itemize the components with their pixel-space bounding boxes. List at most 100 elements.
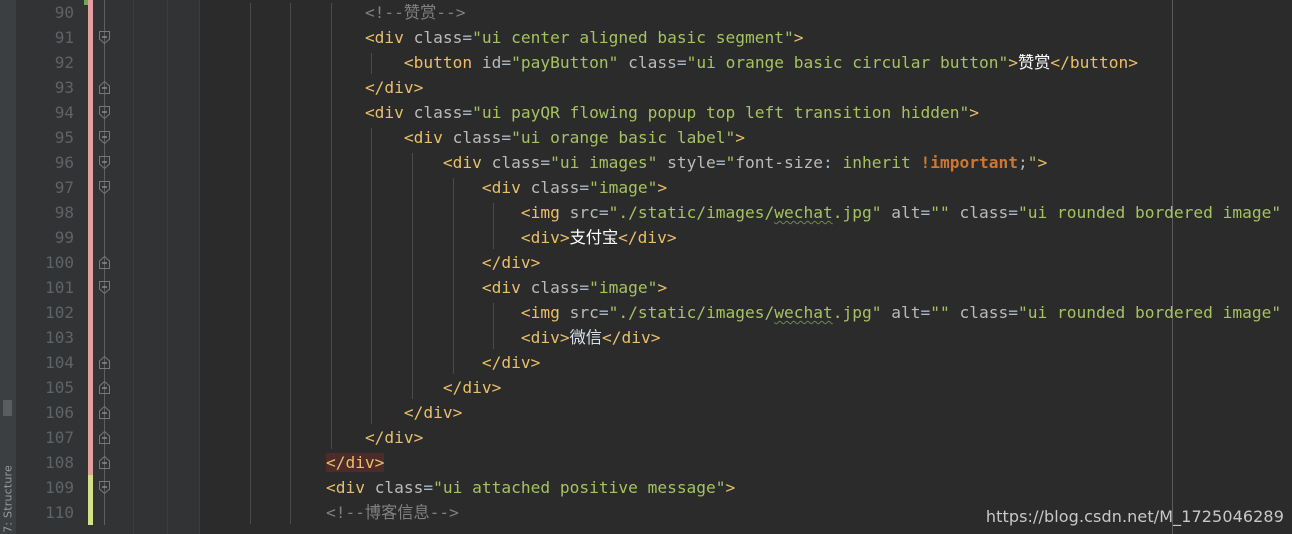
- code-line[interactable]: </div>: [200, 425, 1292, 450]
- code-line[interactable]: <div class="image">: [200, 275, 1292, 300]
- line-number: 98: [54, 203, 74, 222]
- line-number: 109: [45, 478, 74, 497]
- fold-collapse-icon[interactable]: [97, 380, 112, 395]
- line-number: 99: [54, 228, 74, 247]
- watermark-url: https://blog.csdn.net/M_1725046289: [985, 507, 1284, 526]
- code-line[interactable]: </div>: [200, 375, 1292, 400]
- fold-collapse-icon[interactable]: [97, 355, 112, 370]
- fold-expand-icon[interactable]: [97, 130, 112, 145]
- code-folding-column[interactable]: [94, 0, 116, 534]
- code-token: </div>: [618, 228, 677, 247]
- vcs-change-marker-added[interactable]: [88, 475, 93, 525]
- code-line[interactable]: <div class="image">: [200, 175, 1292, 200]
- code-token: class: [413, 103, 463, 122]
- code-token: inherit: [842, 153, 911, 172]
- code-line[interactable]: <div>微信</div>: [200, 325, 1292, 350]
- code-token: </div>: [442, 378, 502, 397]
- code-token: <div>: [520, 328, 570, 347]
- code-token: src: [569, 203, 599, 222]
- code-token: class: [530, 178, 580, 197]
- code-line[interactable]: <div class="ui center aligned basic segm…: [200, 25, 1292, 50]
- code-line[interactable]: <img src="./static/images/wechat.jpg" al…: [200, 200, 1292, 225]
- code-token: class: [530, 278, 580, 297]
- code-line[interactable]: <div class="ui orange basic label">: [200, 125, 1292, 150]
- vcs-change-marker-modified[interactable]: [88, 0, 93, 475]
- fold-expand-icon[interactable]: [97, 105, 112, 120]
- fold-expand-icon[interactable]: [97, 30, 112, 45]
- code-line[interactable]: <div class="ui attached positive message…: [200, 475, 1292, 500]
- vcs-change-bar[interactable]: [84, 0, 93, 534]
- fold-collapse-icon[interactable]: [97, 80, 112, 95]
- code-token: .jpg": [832, 303, 882, 322]
- code-line[interactable]: <img src="./static/images/wechat.jpg" al…: [200, 300, 1292, 325]
- line-number: 108: [45, 453, 74, 472]
- code-token: =: [1008, 303, 1018, 322]
- code-lines: <!--赞赏--> <div class="ui center aligned …: [200, 0, 1292, 525]
- code-line[interactable]: </div>: [200, 350, 1292, 375]
- code-line[interactable]: </div>: [200, 75, 1292, 100]
- code-line[interactable]: </div>: [200, 250, 1292, 275]
- fold-expand-icon[interactable]: [97, 155, 112, 170]
- code-token: =: [423, 478, 434, 497]
- code-line[interactable]: <!--赞赏-->: [200, 0, 1292, 25]
- line-number: 100: [45, 253, 74, 272]
- code-line[interactable]: <div class="ui images" style="font-size:…: [200, 150, 1292, 175]
- vcs-new-marker: [84, 0, 88, 5]
- code-token: =: [462, 28, 473, 47]
- code-token: <!--赞赏-->: [364, 3, 466, 22]
- code-token: "./static/images/: [608, 203, 775, 222]
- indent-guide: [290, 3, 292, 524]
- tool-window-strip: 7: Structure Favorites: [0, 0, 16, 534]
- fold-collapse-icon[interactable]: [97, 255, 112, 270]
- code-token: </div>: [364, 428, 424, 447]
- tool-window-scroll-handle[interactable]: [3, 400, 12, 416]
- code-token: >: [969, 103, 979, 122]
- code-text-area[interactable]: <!--赞赏--> <div class="ui center aligned …: [200, 0, 1292, 534]
- code-token: <div>: [520, 228, 570, 247]
- code-token: <div: [364, 103, 404, 122]
- fold-expand-icon[interactable]: [97, 280, 112, 295]
- code-token: src: [569, 303, 599, 322]
- code-token: class: [959, 203, 1009, 222]
- line-number: 92: [54, 53, 74, 72]
- code-line[interactable]: <div>支付宝</div>: [200, 225, 1292, 250]
- code-token: >: [1037, 153, 1048, 172]
- fold-collapse-icon[interactable]: [97, 405, 112, 420]
- code-token: </div>: [364, 78, 424, 97]
- fold-collapse-icon[interactable]: [97, 430, 112, 445]
- code-token: style: [667, 153, 716, 172]
- code-token: >: [657, 278, 668, 297]
- code-token: =: [676, 53, 687, 72]
- code-line[interactable]: </div>: [200, 400, 1292, 425]
- line-number: 97: [54, 178, 74, 197]
- code-token: "ui images": [550, 153, 658, 172]
- code-token: alt: [891, 203, 921, 222]
- code-line[interactable]: <button id="payButton" class="ui orange …: [200, 50, 1292, 75]
- fold-expand-icon[interactable]: [97, 180, 112, 195]
- code-token: ;: [1017, 153, 1028, 172]
- line-number: 110: [45, 503, 74, 522]
- code-token: =: [1008, 203, 1018, 222]
- code-token: <!--博客信息-->: [325, 503, 459, 522]
- indent-guide: [493, 203, 495, 249]
- tool-window-tab-structure[interactable]: 7: Structure: [2, 465, 15, 533]
- indent-guide: [412, 153, 413, 399]
- code-token: !important: [920, 153, 1018, 172]
- code-token: 支付宝: [569, 228, 619, 247]
- code-line[interactable]: <div class="ui payQR flowing popup top l…: [200, 100, 1292, 125]
- code-token: =: [920, 203, 931, 222]
- fold-collapse-icon[interactable]: [97, 455, 112, 470]
- code-line[interactable]: </div>: [200, 450, 1292, 475]
- fold-expand-icon[interactable]: [97, 480, 112, 495]
